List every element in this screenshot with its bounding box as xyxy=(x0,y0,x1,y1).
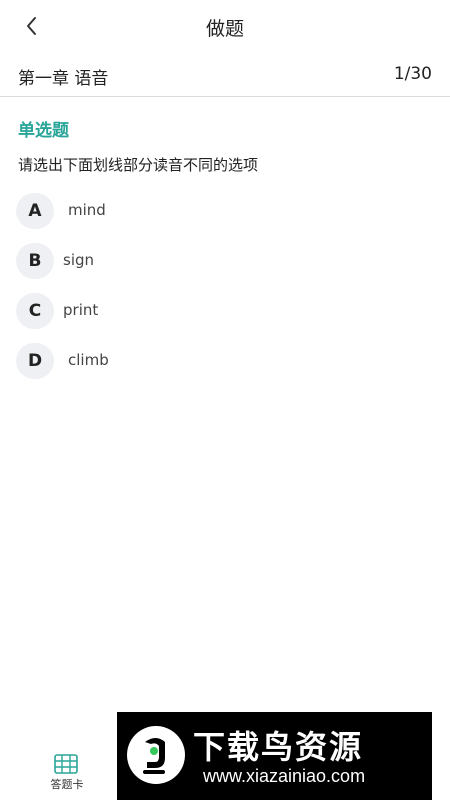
option-letter: D xyxy=(16,343,54,379)
watermark-banner: 下载鸟资源 www.xiazainiao.com xyxy=(117,712,432,800)
option-letter: B xyxy=(16,243,54,279)
question-text: 请选出下面划线部分读音不同的选项 xyxy=(18,156,259,174)
grid-icon xyxy=(54,754,78,774)
option-text: sign xyxy=(63,251,95,269)
page-title: 做题 xyxy=(205,18,244,40)
option-c[interactable]: C print xyxy=(16,293,416,329)
chapter-bar: 第一章 语音 1/30 xyxy=(0,56,450,97)
watermark-title: 下载鸟资源 xyxy=(193,728,364,766)
answer-card-button[interactable]: 答题卡 xyxy=(44,754,90,794)
option-d[interactable]: D climb xyxy=(16,343,416,379)
option-a[interactable]: A mind xyxy=(16,193,416,229)
watermark-url: www.xiazainiao.com xyxy=(203,766,366,786)
option-text: print xyxy=(63,301,99,319)
option-letter: A xyxy=(16,193,54,229)
question-type: 单选题 xyxy=(18,121,69,141)
option-text: mind xyxy=(68,201,106,219)
option-text: climb xyxy=(68,351,109,369)
top-bar: 做题 xyxy=(0,0,450,52)
option-letter: C xyxy=(16,293,54,329)
question-counter: 1/30 xyxy=(393,64,432,84)
bird-logo-icon xyxy=(127,726,185,784)
option-b[interactable]: B sign xyxy=(16,243,416,279)
chapter-title: 第一章 语音 xyxy=(18,69,109,89)
answer-card-label: 答题卡 xyxy=(50,778,84,791)
